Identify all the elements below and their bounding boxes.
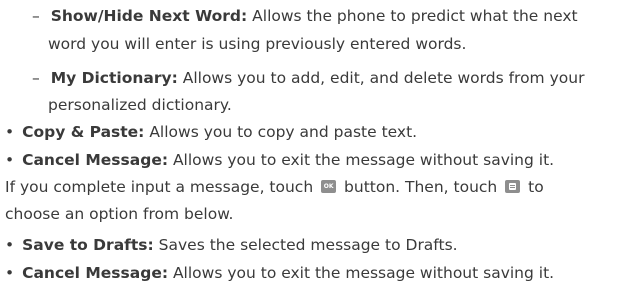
bullet-marker: •: [5, 123, 15, 141]
sub-item-continuation: word you will enter is using previously …: [48, 35, 467, 53]
sub-item-title: Show/Hide Next Word:: [50, 7, 248, 25]
paragraph-text: to: [528, 178, 544, 196]
bullet-text: Allows you to copy and paste text.: [144, 123, 418, 141]
bullet-marker: •: [5, 236, 15, 254]
bullet-title: Cancel Message:: [22, 264, 169, 282]
dash-marker: –: [32, 69, 40, 87]
bullet-copy-paste: • Copy & Paste: Allows you to copy and p…: [5, 122, 417, 142]
bullet-save-to-drafts: • Save to Drafts: Saves the selected mes…: [5, 235, 458, 255]
sub-item-text: Allows you to add, edit, and delete word…: [177, 69, 585, 87]
paragraph-text: button. Then, touch: [344, 178, 498, 196]
sub-item-continuation: personalized dictionary.: [48, 96, 232, 114]
bullet-text: Allows you to exit the message without s…: [168, 264, 555, 282]
menu-key-icon: [505, 180, 521, 193]
bullet-cancel-message: • Cancel Message: Allows you to exit the…: [5, 263, 554, 283]
bullet-cancel-message: • Cancel Message: Allows you to exit the…: [5, 150, 554, 170]
bullet-text: Saves the selected message to Drafts.: [153, 236, 458, 254]
paragraph-text: If you complete input a message, touch: [5, 178, 314, 196]
sub-item-title: My Dictionary:: [50, 69, 178, 87]
bullet-title: Copy & Paste:: [22, 123, 145, 141]
instruction-paragraph: If you complete input a message, touch O…: [5, 177, 544, 197]
paragraph-continuation: choose an option from below.: [5, 205, 234, 223]
sub-item-text: Allows the phone to predict what the nex…: [247, 7, 578, 25]
bullet-title: Cancel Message:: [22, 151, 169, 169]
bullet-marker: •: [5, 264, 15, 282]
bullet-marker: •: [5, 151, 15, 169]
sub-item-my-dictionary: – My Dictionary: Allows you to add, edit…: [32, 68, 584, 88]
sub-item-show-hide-next-word: – Show/Hide Next Word: Allows the phone …: [32, 6, 578, 26]
bullet-text: Allows you to exit the message without s…: [168, 151, 555, 169]
ok-key-icon: OK: [321, 180, 337, 193]
bullet-title: Save to Drafts:: [22, 236, 154, 254]
dash-marker: –: [32, 7, 40, 25]
